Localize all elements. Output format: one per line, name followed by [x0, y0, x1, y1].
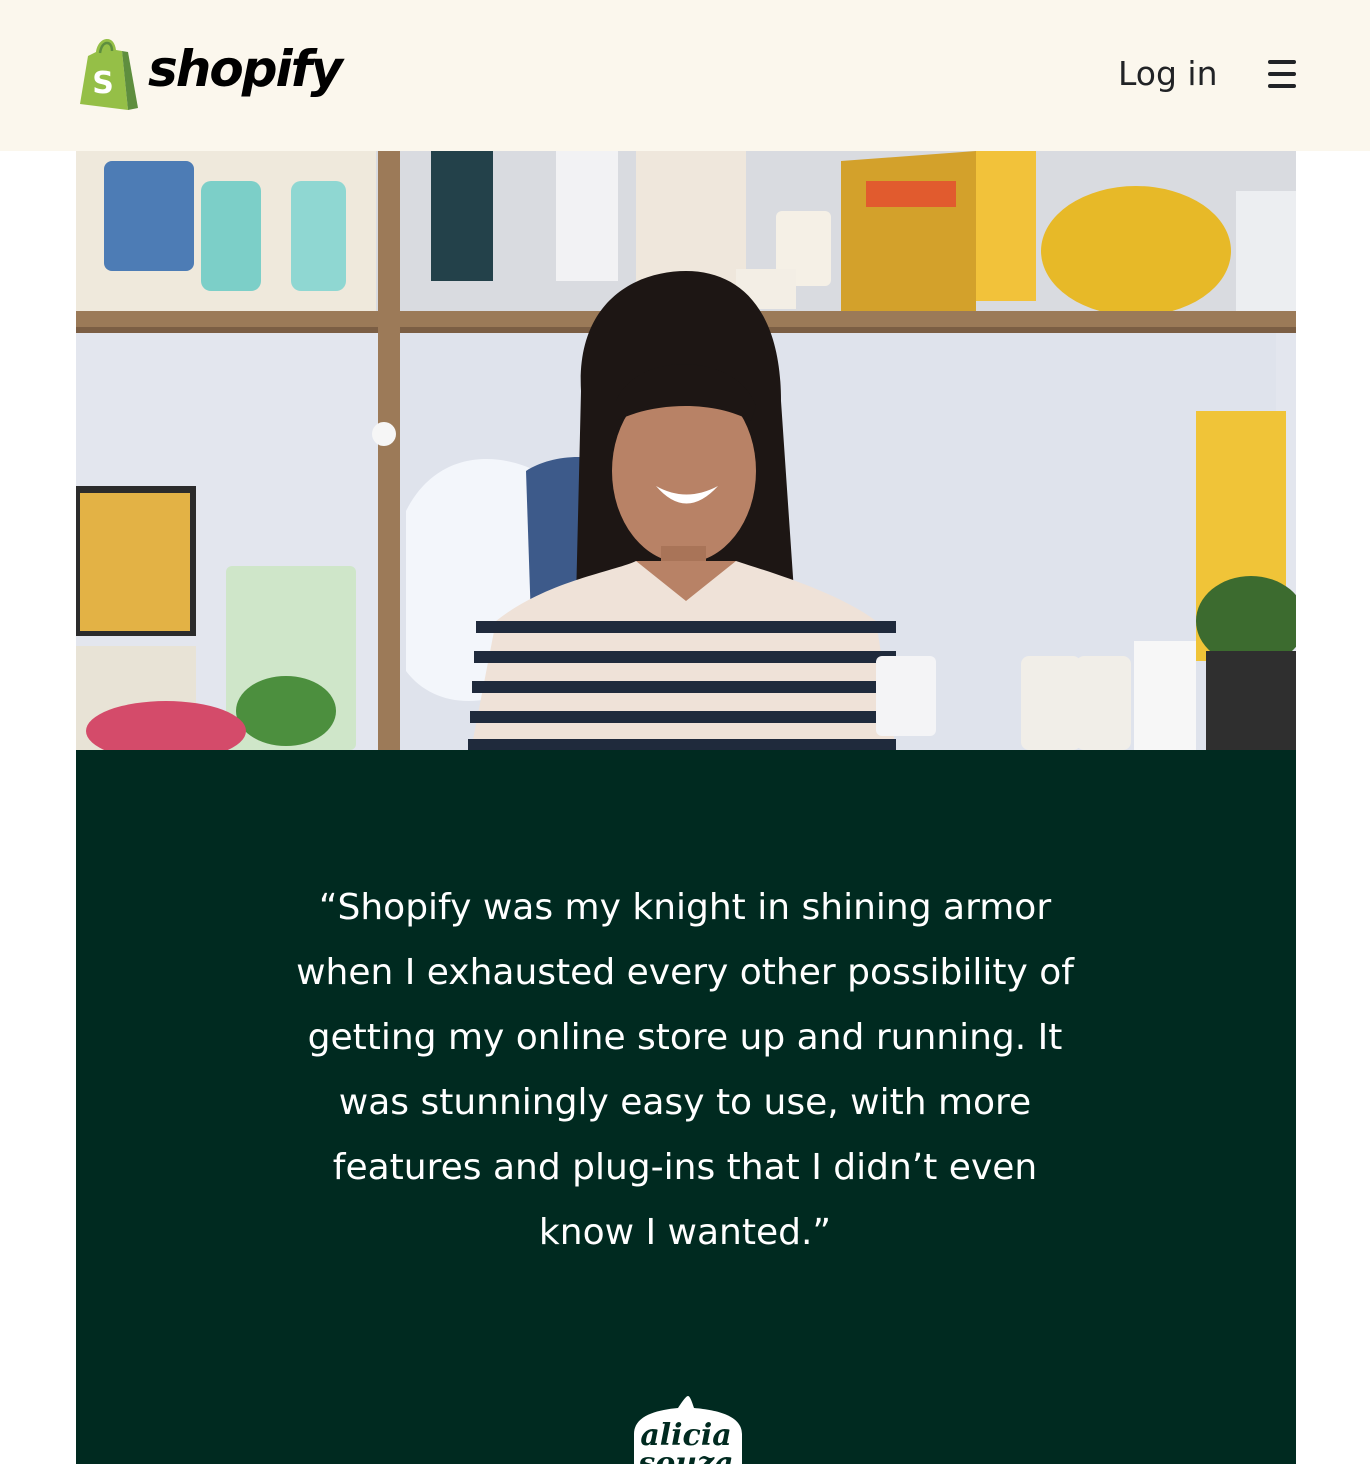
- store-owner-photo: [76, 151, 1296, 750]
- merchant-brand-logo: alicia souza: [626, 1394, 746, 1464]
- shopify-logo[interactable]: S shopify: [76, 38, 343, 112]
- site-header: S shopify Log in: [0, 0, 1370, 151]
- shopify-wordmark: shopify: [148, 40, 343, 98]
- testimonial-panel: “Shopify was my knight in shining armor …: [76, 750, 1296, 1464]
- testimonial-quote: “Shopify was my knight in shining armor …: [296, 887, 1074, 1253]
- hero-photo: [76, 151, 1296, 750]
- svg-text:S: S: [92, 66, 114, 101]
- hamburger-menu-icon[interactable]: [1264, 58, 1300, 90]
- shopify-bag-icon: S: [80, 39, 138, 110]
- brand-logo-text: alicia souza: [638, 1418, 734, 1464]
- login-link[interactable]: Log in: [1118, 52, 1218, 96]
